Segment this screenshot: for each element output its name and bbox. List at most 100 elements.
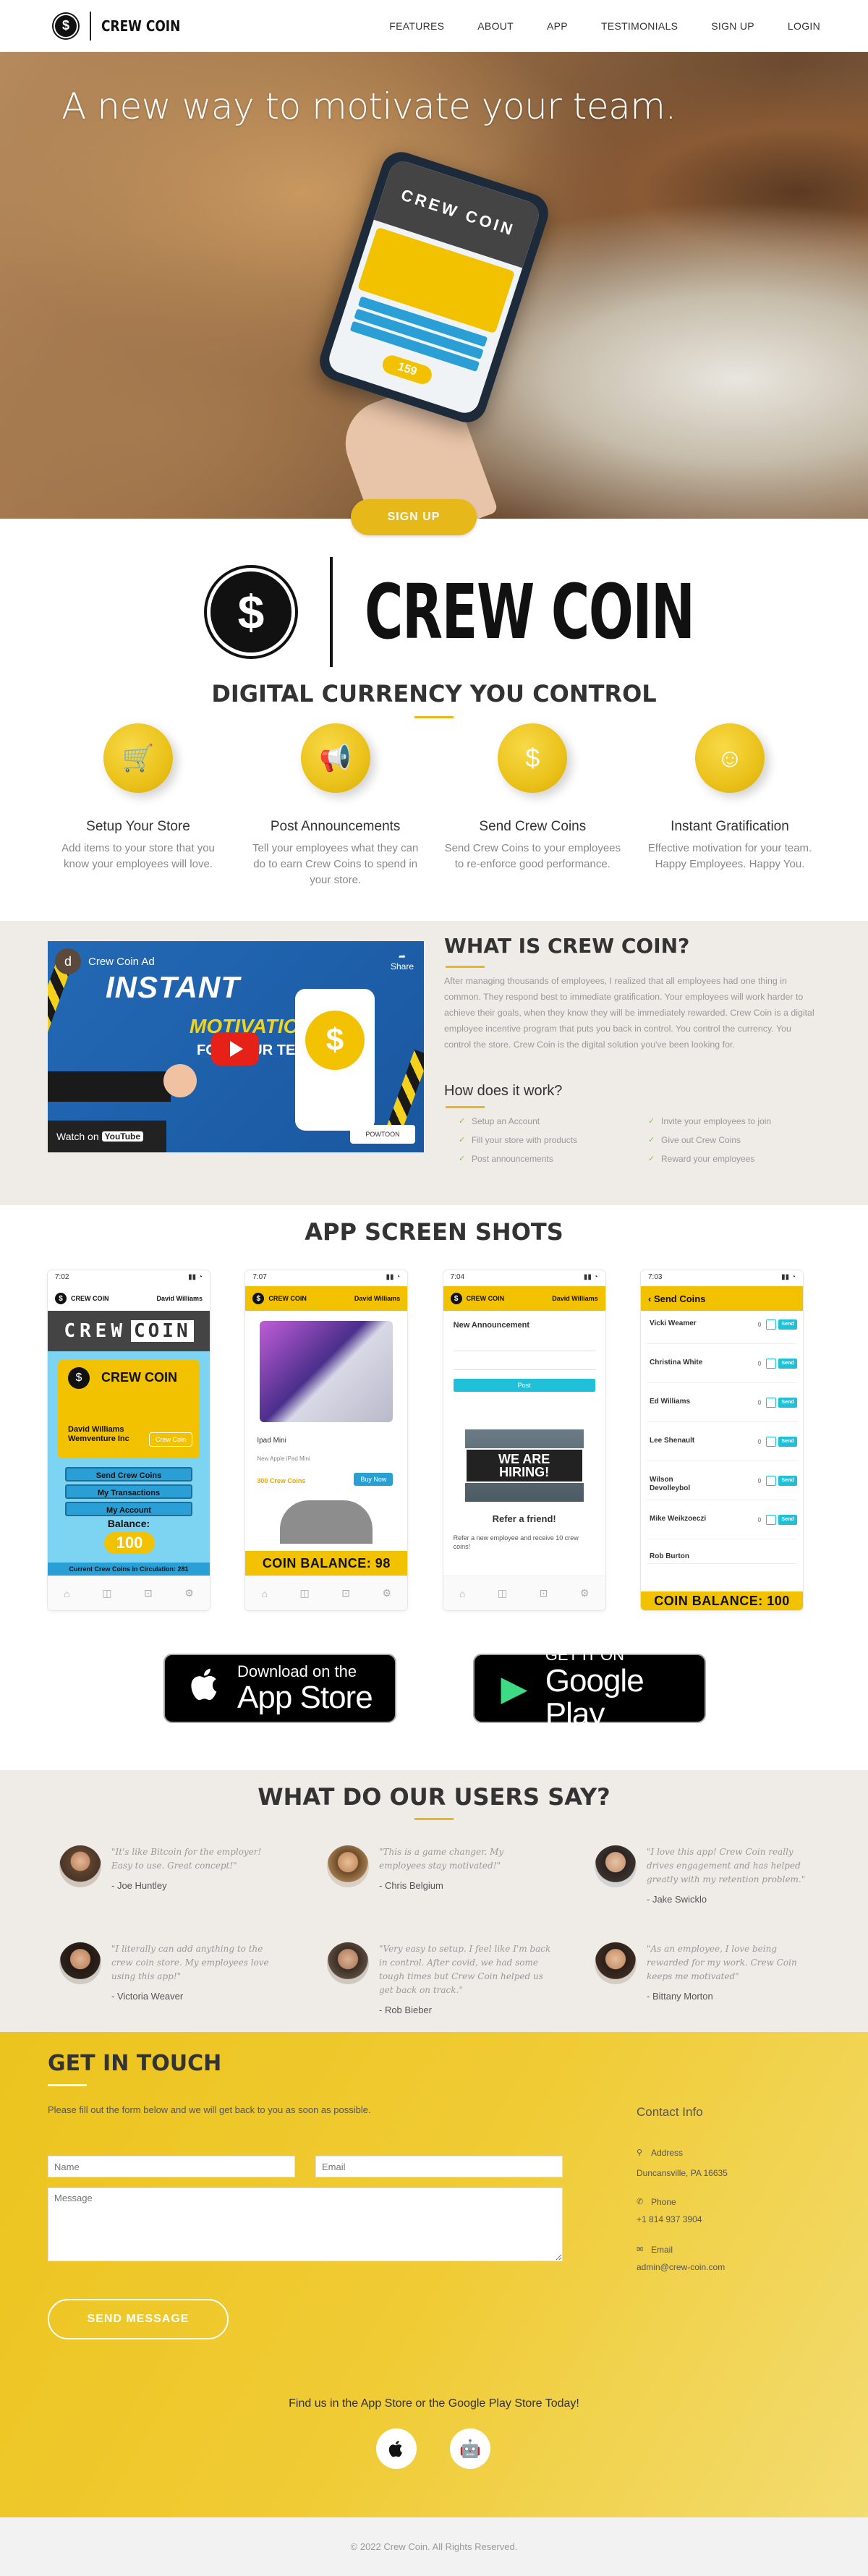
screen-title: Send Coins (653, 1293, 706, 1304)
contact-subtitle: Please fill out the form below and we wi… (48, 2104, 371, 2115)
screenshot-store[interactable]: 7:07 ▮▮ ◔ $ CREW COIN David Williams Ipad M… (245, 1270, 408, 1610)
nav-link-app[interactable]: APP (547, 20, 568, 32)
brand-logo[interactable]: $ CREW COIN (54, 11, 195, 41)
send-button[interactable]: Send (778, 1515, 797, 1525)
cart-icon[interactable]: ⊡ (341, 1587, 350, 1599)
badge-text: GET IT ON Google Play (545, 1646, 705, 1731)
share-label: Share (390, 961, 414, 972)
banner-word: CREW (64, 1320, 127, 1342)
phone-icon: ✆ (637, 2198, 644, 2206)
quote: "As an employee, I love being rewarded f… (647, 1944, 797, 1981)
testimonials-title: WHAT DO OUR USERS SAY? (258, 1783, 610, 1811)
top-nav: $ CREW COIN FEATURES ABOUT APP TESTIMONI… (0, 0, 868, 52)
gear-icon[interactable]: ⚙ (383, 1587, 392, 1599)
amount-input[interactable] (765, 1476, 776, 1486)
app-brand: CREW COIN (466, 1295, 505, 1302)
cart-icon[interactable]: ⊡ (144, 1587, 153, 1599)
watch-on-youtube[interactable]: Watch on YouTube (48, 1121, 166, 1152)
message-input[interactable] (48, 2188, 563, 2261)
signup-button[interactable]: SIGN UP (351, 499, 477, 535)
menu-transactions[interactable]: My Transactions (65, 1484, 192, 1499)
email-input[interactable] (315, 2156, 563, 2177)
home-icon[interactable]: ⌂ (459, 1588, 465, 1599)
step-item: Reward your employees (648, 1151, 820, 1167)
badge-big: App Store (237, 1680, 373, 1715)
app-header: $ CREW COIN David Williams (245, 1286, 408, 1311)
android-icon[interactable]: 🤖 (450, 2428, 490, 2469)
buy-now-button[interactable]: Buy Now (354, 1473, 393, 1486)
home-icon[interactable]: ⌂ (262, 1588, 268, 1599)
video-player[interactable]: d Crew Coin Ad ➦ Share INSTANT MOTIVATION… (48, 941, 424, 1152)
send-message-button[interactable]: SEND MESSAGE (48, 2299, 229, 2339)
play-button[interactable] (211, 1032, 259, 1066)
step-item: Give out Crew Coins (648, 1132, 820, 1148)
channel-avatar[interactable]: d (55, 948, 81, 974)
megaphone-icon[interactable]: ◫ (102, 1587, 111, 1599)
post-button[interactable]: Post (453, 1379, 595, 1392)
send-button[interactable]: Send (778, 1319, 797, 1330)
feature-desc: Effective motivation for your team. Happ… (647, 842, 812, 870)
amount-input[interactable] (765, 1515, 776, 1525)
testimonials-section: WHAT DO OUR USERS SAY? "It's like Bitcoi… (0, 1770, 868, 2032)
person-name: Vicki Weamer (649, 1319, 697, 1327)
mail-icon: ✉ (637, 2245, 644, 2254)
screenshot-home[interactable]: 7:02 ▮▮ ◔ $ CREW COIN David Williams CREW CO… (48, 1270, 210, 1610)
address-value: Duncansville, PA 16635 (637, 2168, 728, 2178)
megaphone-icon[interactable]: ◫ (300, 1587, 310, 1599)
share-button[interactable]: ➦ Share (391, 951, 414, 972)
screens-title: APP SCREEN SHOTS (305, 1218, 563, 1246)
cart-icon[interactable]: ⊡ (540, 1587, 548, 1599)
crew-coin-logo: $ CREW COIN (207, 557, 835, 667)
person-name: Rob Burton (649, 1552, 689, 1560)
quote: "Very easy to setup. I feel like I'm bac… (379, 1944, 551, 1995)
email-value[interactable]: admin@crew-coin.com (637, 2259, 725, 2275)
nav-link-about[interactable]: ABOUT (477, 20, 514, 32)
signal-icon: ▮▮ ◔ (781, 1273, 796, 1281)
author: - Rob Bieber (379, 2005, 432, 2015)
gear-icon[interactable]: ⚙ (580, 1587, 590, 1599)
amount-input[interactable] (765, 1398, 776, 1408)
message-field[interactable] (453, 1359, 595, 1370)
author: - Bittany Morton (647, 1991, 713, 2002)
feature-item: 📢 Post Announcements Tell your employees… (247, 723, 425, 888)
app-store-badge[interactable]: Download on the App Store (163, 1654, 396, 1723)
gear-icon[interactable]: ⚙ (184, 1587, 194, 1599)
stripe-decoration (385, 1049, 424, 1137)
nav-link-login[interactable]: LOGIN (788, 20, 820, 32)
google-play-badge[interactable]: ▶ GET IT ON Google Play (473, 1646, 706, 1731)
google-play-icon: ▶ (501, 1670, 528, 1708)
hero-image: A new way to motivate your team. CREW CO… (0, 52, 868, 519)
coin-balance-banner: COIN BALANCE: 98 (245, 1551, 408, 1576)
menu-account[interactable]: My Account (65, 1502, 192, 1516)
video-title[interactable]: Crew Coin Ad (88, 956, 155, 968)
video-headline: INSTANT (106, 970, 240, 1004)
feature-desc: Tell your employees what they can do to … (252, 842, 419, 886)
screenshot-announcements[interactable]: 7:04 ▮▮ ◔ $ CREW COIN David Williams New An… (443, 1270, 605, 1610)
amount-input[interactable] (765, 1319, 776, 1330)
title-field[interactable] (453, 1340, 595, 1351)
nav-link-features[interactable]: FEATURES (389, 20, 444, 32)
play-icon (230, 1041, 243, 1057)
screenshot-send-coins[interactable]: 7:03 ▮▮ ◔ ‹ Send Coins Vicki Weamer 0 Send … (640, 1270, 803, 1610)
amount-input[interactable] (765, 1437, 776, 1447)
menu-send-coins[interactable]: Send Crew Coins (65, 1467, 192, 1482)
send-button[interactable]: Send (778, 1437, 797, 1447)
send-button[interactable]: Send (778, 1359, 797, 1369)
time: 7:02 (55, 1273, 69, 1281)
amount: 0 (757, 1477, 762, 1484)
back-icon[interactable]: ‹ (648, 1293, 654, 1304)
author: - Jake Swicklo (647, 1894, 707, 1905)
apple-icon[interactable] (376, 2428, 417, 2469)
quote: "This is a game changer. My employees st… (379, 1847, 504, 1871)
amount-input[interactable] (765, 1359, 776, 1369)
avatar (595, 1845, 637, 1887)
send-button[interactable]: Send (778, 1476, 797, 1486)
nav-link-testimonials[interactable]: TESTIMONIALS (601, 20, 678, 32)
nav-link-signup[interactable]: SIGN UP (711, 20, 754, 32)
home-menu: Send Crew Coins My Transactions My Accou… (65, 1467, 192, 1519)
feature-title: Send Crew Coins (479, 819, 587, 834)
megaphone-icon[interactable]: ◫ (498, 1587, 507, 1599)
home-icon[interactable]: ⌂ (64, 1588, 69, 1599)
name-input[interactable] (48, 2156, 295, 2177)
send-button[interactable]: Send (778, 1398, 797, 1408)
